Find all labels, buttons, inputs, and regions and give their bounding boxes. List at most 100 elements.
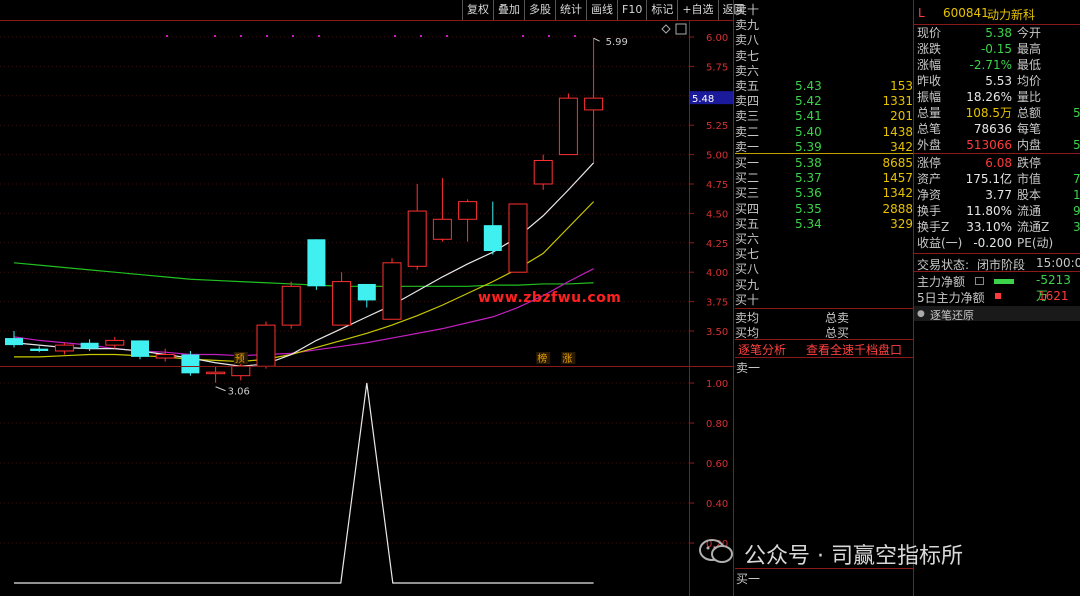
toolbar-btn-4[interactable]: 画线 — [586, 0, 617, 20]
quote-key: 振幅 — [917, 90, 942, 104]
price-tick-label: 5.00 — [706, 151, 728, 162]
orderbook-volume: 2888 — [882, 201, 913, 216]
candlestick-chart[interactable]: 6.005.755.505.255.004.754.504.254.003.75… — [0, 20, 733, 596]
price-tick-label: 5.75 — [706, 62, 728, 73]
orderbook-volume: 201 — [890, 109, 913, 124]
candle-body-up — [332, 281, 352, 326]
orderbook-sell-row: 卖十 — [735, 3, 913, 18]
orderbook-level-label: 卖三 — [735, 109, 760, 124]
candle-body-up — [256, 324, 276, 367]
quote-key: 净资 — [917, 188, 942, 202]
quote-value: 33.10% — [966, 220, 1012, 234]
quote-mid-divider — [914, 153, 1080, 154]
quote-value-2: 7 — [1073, 172, 1080, 186]
signal-dot — [446, 35, 448, 37]
signal-dot — [240, 35, 242, 37]
wechat-account-text: 公众号 · 司赢空指标所 — [744, 544, 963, 569]
quote-value-2: 5 — [1073, 138, 1080, 152]
orderbook-buy-row: 买五 5.34 329 — [735, 217, 913, 232]
candle-body-up — [105, 339, 125, 346]
orderbook-right-border — [913, 0, 914, 596]
quote-row: 振幅 18.26% 量比 — [917, 89, 1080, 105]
tab-tick-analysis[interactable]: 逐笔分析 — [738, 341, 786, 358]
toolbar-btn-2[interactable]: 多股 — [524, 0, 555, 20]
main-net-bar — [994, 279, 1014, 284]
signal-dot — [394, 35, 396, 37]
low-price-label: 3.06 — [228, 387, 250, 398]
candle-body-down — [181, 354, 200, 374]
candle-body-up — [508, 203, 528, 273]
orderbook-sell-row: 卖九 — [735, 18, 913, 33]
quote-value-2: 9 — [1073, 204, 1080, 218]
current-price-tag: 5.48 — [692, 94, 714, 105]
orderbook-level-label: 买五 — [735, 216, 760, 231]
quote-row: 净资 3.77 股本 1 — [917, 187, 1080, 203]
ma-magenta-line — [13, 268, 594, 357]
orderbook-level-label: 买十 — [735, 292, 760, 307]
signal-dot — [574, 35, 576, 37]
tick-restore-label[interactable]: 逐笔还原 — [930, 307, 974, 323]
orderbook-volume: 153 — [890, 79, 913, 93]
main-net-label: 主力净额 — [917, 275, 966, 289]
quote-value: 18.26% — [966, 90, 1012, 104]
orderbook-sell-row: 卖二 5.40 1438 — [735, 125, 913, 140]
quote-key-2: 总额 — [1017, 106, 1042, 120]
quote-key-2: 流通Z — [1017, 220, 1050, 234]
orderbook-level-label: 卖五 — [735, 79, 760, 93]
quote-value: -0.15 — [980, 42, 1012, 56]
quote-row: 现价 5.38 今开 — [917, 25, 1080, 41]
candle-body-down — [483, 225, 502, 252]
quote-value: 11.80% — [966, 204, 1012, 218]
orderbook-level-label: 买四 — [735, 201, 760, 216]
quote-row: 涨幅 -2.71% 最低 — [917, 57, 1080, 73]
orderbook-buy-row: 买八 — [735, 262, 913, 277]
orderbook-divider — [735, 308, 913, 309]
main5-label: 5日主力净额 — [917, 291, 985, 305]
price-tick-label: 3.75 — [706, 298, 728, 309]
diamond-icon — [661, 24, 671, 34]
panel-toggle-icon — [675, 23, 687, 35]
price-tick-label: 4.00 — [706, 268, 728, 279]
quote-value: 3.77 — [985, 188, 1012, 202]
event-marker: 涨 — [562, 353, 572, 365]
orderbook-divider-2 — [735, 339, 913, 340]
candle-body-up — [584, 97, 604, 111]
toolbar-btn-6[interactable]: 标记 — [646, 0, 677, 20]
chart-right-border — [733, 0, 734, 596]
candle-body-down — [357, 283, 376, 301]
orderbook-mid-line — [735, 153, 913, 154]
toolbar-btn-5[interactable]: F10 — [617, 0, 646, 20]
quote-value: 513066 — [966, 138, 1012, 152]
quote-value: 6.08 — [985, 156, 1012, 170]
quote-key-2: 股本 — [1017, 188, 1042, 202]
quote-value: 5.38 — [985, 26, 1012, 40]
orderbook-price: 5.36 — [795, 186, 822, 201]
toolbar-btn-0[interactable]: 复权 — [462, 0, 493, 20]
quote-key: 涨停 — [917, 156, 942, 170]
orderbook-buy-row: 买十 — [735, 293, 913, 308]
candle-body-down — [5, 338, 23, 346]
toolbar-btn-3[interactable]: 统计 — [555, 0, 586, 20]
orderbook-price: 5.34 — [795, 216, 822, 231]
orderbook-level-label: 卖七 — [735, 48, 760, 63]
stock-name: 动力新科 — [987, 8, 1036, 22]
orderbook-level-label: 卖九 — [735, 18, 760, 33]
low-label-arrow — [215, 386, 226, 392]
signal-dot — [292, 35, 294, 37]
price-tick-label: 5.25 — [706, 121, 728, 132]
orderbook-price: 5.41 — [795, 109, 822, 124]
indicator-tick-label: 1.00 — [706, 379, 728, 390]
trade-time: 15:00:01 — [1036, 256, 1080, 270]
orderbook-sell-row: 卖四 5.42 1331 — [735, 94, 913, 109]
signal-dot — [548, 35, 550, 37]
toolbar-btn-7[interactable]: +自选 — [677, 0, 717, 20]
quote-row: 收益(一) -0.200 PE(动) — [917, 235, 1080, 251]
quote-row: 涨跌 -0.15 最高 — [917, 41, 1080, 57]
orderbook-volume: 1342 — [882, 186, 913, 201]
candle-body-up — [458, 201, 478, 220]
quote-key-2: PE(动) — [1017, 236, 1054, 250]
toolbar-btn-1[interactable]: 叠加 — [493, 0, 524, 20]
orderbook-level-label: 卖二 — [735, 124, 760, 139]
tab-full-speed-book[interactable]: 查看全速千档盘口 — [806, 341, 902, 358]
quote-value-2: 3 — [1073, 220, 1080, 234]
